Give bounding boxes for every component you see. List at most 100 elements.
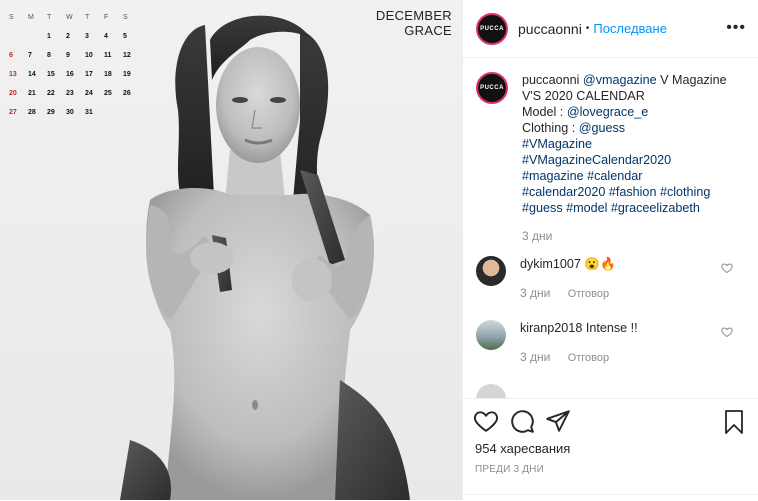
post-actions: 954 харесвания ПРЕДИ 3 ДНИ — [463, 398, 758, 501]
calendar-day: 21 — [28, 90, 36, 97]
weekday-header: S — [123, 14, 128, 21]
calendar-day: 30 — [66, 109, 74, 116]
comment-time: 3 дни — [520, 350, 551, 364]
comments-list[interactable]: PUCCA puccaonni @vmagazine V Magazine V'… — [463, 58, 758, 398]
comment-like-heart-icon[interactable] — [721, 262, 733, 274]
separator-dot: • — [585, 23, 590, 34]
calendar-day: 20 — [9, 90, 17, 97]
calendar-day: 5 — [123, 33, 127, 40]
hashtag-link[interactable]: #VMagazineCalendar2020 — [522, 153, 671, 167]
like-heart-icon[interactable] — [473, 408, 499, 434]
calendar-day: 31 — [85, 109, 93, 116]
mention-link[interactable]: @guess — [579, 121, 625, 135]
caption: PUCCA puccaonni @vmagazine V Magazine V'… — [463, 58, 758, 244]
caption-time: 3 дни — [522, 229, 553, 243]
instagram-post: S M T W T F S 1 2 3 4 5 6 7 8 9 10 11 12… — [0, 0, 758, 500]
calendar-month-title: DECEMBER GRACE — [376, 8, 452, 38]
calendar-day: 16 — [66, 71, 74, 78]
more-options-icon[interactable]: ••• — [726, 19, 746, 37]
weekday-header: S — [9, 14, 14, 21]
calendar-day: 10 — [85, 52, 93, 59]
avatar[interactable]: PUCCA — [476, 72, 508, 104]
hashtag-link[interactable]: #guess #model #graceelizabeth — [522, 201, 700, 215]
mention-link[interactable]: @lovegrace_e — [567, 105, 648, 119]
calendar-day: 12 — [123, 52, 131, 59]
calendar-day — [27, 27, 46, 46]
post-photo[interactable]: S M T W T F S 1 2 3 4 5 6 7 8 9 10 11 12… — [0, 0, 463, 500]
save-bookmark-icon[interactable] — [722, 409, 746, 435]
calendar-day: 2 — [66, 33, 70, 40]
hashtag-link[interactable]: #magazine #calendar — [522, 169, 642, 183]
comment-bubble-icon[interactable] — [509, 408, 535, 434]
weekday-header: T — [47, 14, 52, 21]
calendar-day: 17 — [85, 71, 93, 78]
comment-item: kiranp2018 Intense !! 3 дни Отговор — [463, 320, 758, 366]
calendar-day: 26 — [123, 90, 131, 97]
post-side-panel: PUCCA puccaonni • Последване ••• PUCCA p… — [463, 0, 758, 500]
caption-text: puccaonni @vmagazine V Magazine V'S 2020… — [522, 72, 744, 244]
calendar-day — [122, 103, 141, 122]
calendar-day: 23 — [66, 90, 74, 97]
calendar-day: 3 — [85, 33, 89, 40]
calendar-day: 18 — [104, 71, 112, 78]
calendar-day: 19 — [123, 71, 131, 78]
likes-count[interactable]: 954 харесвания — [463, 441, 758, 456]
hashtag-link[interactable]: #VMagazine — [522, 137, 592, 151]
calendar-day — [8, 27, 27, 46]
calendar-day: 1 — [47, 33, 51, 40]
comment-time: 3 дни — [520, 286, 551, 300]
avatar[interactable] — [476, 320, 506, 350]
calendar-day: 28 — [28, 109, 36, 116]
calendar-day: 25 — [104, 90, 112, 97]
action-icons-row — [463, 399, 758, 443]
post-timestamp: ПРЕДИ 3 ДНИ — [475, 464, 544, 475]
calendar-day: 22 — [47, 90, 55, 97]
calendar-day: 27 — [9, 109, 17, 116]
comment-item: dykim1007 😮🔥 3 дни Отговор — [463, 256, 758, 302]
weekday-header: W — [66, 14, 73, 21]
comment-body: kiranp2018 Intense !! 3 дни Отговор — [520, 320, 638, 366]
mention-link[interactable]: @vmagazine — [583, 73, 657, 87]
comment-item — [463, 384, 758, 398]
calendar-day: 8 — [47, 52, 51, 59]
comment-username[interactable]: kiranp2018 — [520, 321, 582, 335]
calendar-day — [103, 103, 122, 122]
caption-username[interactable]: puccaonni — [522, 73, 579, 87]
calendar-day: 11 — [104, 52, 112, 59]
reply-button[interactable]: Отговор — [568, 288, 609, 300]
calendar-day: 7 — [28, 52, 32, 59]
month-model-name: GRACE — [404, 23, 452, 38]
avatar[interactable]: PUCCA — [476, 12, 508, 45]
clothing-label: Clothing : — [522, 121, 579, 135]
month-name: DECEMBER — [375, 8, 452, 23]
hashtag-link[interactable]: #calendar2020 #fashion #clothing — [522, 185, 710, 199]
weekday-header: T — [85, 14, 90, 21]
header-username[interactable]: puccaonni — [518, 21, 582, 37]
post-header: PUCCA puccaonni • Последване ••• — [463, 0, 758, 58]
calendar-day: 6 — [9, 52, 13, 59]
avatar[interactable] — [476, 384, 506, 398]
calendar-day: 9 — [66, 52, 70, 59]
calendar-day: 29 — [47, 109, 55, 116]
comment-meta: 3 дни Отговор — [520, 285, 623, 302]
avatar[interactable] — [476, 256, 506, 286]
calendar-grid: S M T W T F S 1 2 3 4 5 6 7 8 9 10 11 12… — [8, 8, 141, 122]
comment-meta: 3 дни Отговор — [520, 349, 638, 366]
comment-like-heart-icon[interactable] — [721, 326, 733, 338]
weekday-header: M — [28, 14, 34, 21]
weekday-header: F — [104, 14, 109, 21]
model-label: Model : — [522, 105, 567, 119]
calendar-day: 14 — [28, 71, 36, 78]
calendar-day: 24 — [85, 90, 93, 97]
avatar-logo-text: PUCCA — [480, 25, 504, 32]
calendar-day: 15 — [47, 71, 55, 78]
follow-button[interactable]: Последване — [593, 21, 667, 36]
avatar-logo-text: PUCCA — [480, 85, 504, 91]
comment-text: 😮🔥 — [580, 257, 616, 271]
share-send-icon[interactable] — [545, 408, 571, 434]
calendar-day: 13 — [9, 71, 17, 78]
reply-button[interactable]: Отговор — [568, 352, 609, 364]
comment-username[interactable]: dykim1007 — [520, 257, 581, 271]
calendar-day: 4 — [104, 33, 108, 40]
comment-text: Intense !! — [582, 321, 638, 335]
